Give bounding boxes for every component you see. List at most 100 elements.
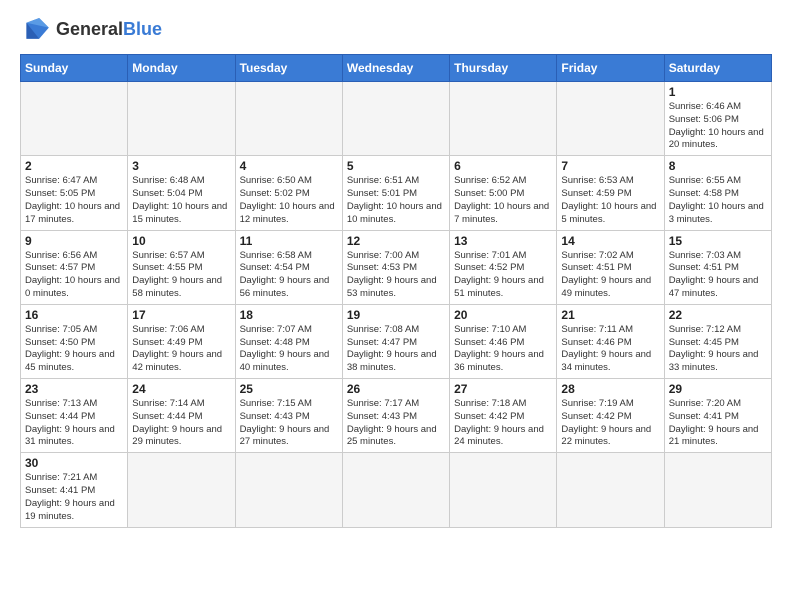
col-header-sunday: Sunday [21,55,128,82]
day-number: 5 [347,159,445,173]
calendar-cell: 5 Sunrise: 6:51 AM Sunset: 5:01 PM Daylig… [342,156,449,230]
day-info: Sunrise: 6:53 AM Sunset: 4:59 PM Dayligh… [561,175,659,226]
calendar-cell [342,453,449,527]
day-info: Sunrise: 7:19 AM Sunset: 4:42 PM Dayligh… [561,398,659,449]
day-number: 13 [454,234,552,248]
day-info: Sunrise: 7:08 AM Sunset: 4:47 PM Dayligh… [347,324,445,375]
week-row-3: 9 Sunrise: 6:56 AM Sunset: 4:57 PM Daylig… [21,230,772,304]
day-number: 25 [240,382,338,396]
day-number: 23 [25,382,123,396]
col-header-saturday: Saturday [664,55,771,82]
calendar-cell: 2 Sunrise: 6:47 AM Sunset: 5:05 PM Daylig… [21,156,128,230]
day-info: Sunrise: 7:18 AM Sunset: 4:42 PM Dayligh… [454,398,552,449]
day-info: Sunrise: 6:55 AM Sunset: 4:58 PM Dayligh… [669,175,767,226]
calendar-cell: 23 Sunrise: 7:13 AM Sunset: 4:44 PM Dayli… [21,379,128,453]
day-info: Sunrise: 7:17 AM Sunset: 4:43 PM Dayligh… [347,398,445,449]
calendar-cell: 20 Sunrise: 7:10 AM Sunset: 4:46 PM Dayli… [450,304,557,378]
day-info: Sunrise: 6:58 AM Sunset: 4:54 PM Dayligh… [240,250,338,301]
day-number: 7 [561,159,659,173]
day-number: 4 [240,159,338,173]
day-number: 26 [347,382,445,396]
day-number: 24 [132,382,230,396]
day-number: 20 [454,308,552,322]
calendar-cell: 22Sunrise: 7:12 AM Sunset: 4:45 PM Dayli… [664,304,771,378]
week-row-6: 30 Sunrise: 7:21 AM Sunset: 4:41 PM Dayli… [21,453,772,527]
day-number: 8 [669,159,767,173]
calendar-cell: 17 Sunrise: 7:06 AM Sunset: 4:49 PM Dayli… [128,304,235,378]
calendar-cell: 21Sunrise: 7:11 AM Sunset: 4:46 PM Dayli… [557,304,664,378]
col-header-monday: Monday [128,55,235,82]
col-header-wednesday: Wednesday [342,55,449,82]
week-row-2: 2 Sunrise: 6:47 AM Sunset: 5:05 PM Daylig… [21,156,772,230]
day-info: Sunrise: 6:47 AM Sunset: 5:05 PM Dayligh… [25,175,123,226]
col-header-thursday: Thursday [450,55,557,82]
calendar-cell: 1 Sunrise: 6:46 AM Sunset: 5:06 PM Daylig… [664,82,771,156]
day-info: Sunrise: 7:10 AM Sunset: 4:46 PM Dayligh… [454,324,552,375]
calendar: SundayMondayTuesdayWednesdayThursdayFrid… [20,54,772,528]
calendar-cell [235,82,342,156]
day-number: 27 [454,382,552,396]
calendar-cell: 4Sunrise: 6:50 AM Sunset: 5:02 PM Daylig… [235,156,342,230]
day-info: Sunrise: 7:15 AM Sunset: 4:43 PM Dayligh… [240,398,338,449]
header: GeneralBlue [20,16,772,44]
week-row-5: 23 Sunrise: 7:13 AM Sunset: 4:44 PM Dayli… [21,379,772,453]
day-info: Sunrise: 6:51 AM Sunset: 5:01 PM Dayligh… [347,175,445,226]
calendar-cell: 6 Sunrise: 6:52 AM Sunset: 5:00 PM Daylig… [450,156,557,230]
day-number: 3 [132,159,230,173]
day-info: Sunrise: 6:56 AM Sunset: 4:57 PM Dayligh… [25,250,123,301]
calendar-cell: 29Sunrise: 7:20 AM Sunset: 4:41 PM Dayli… [664,379,771,453]
day-number: 16 [25,308,123,322]
calendar-cell: 28 Sunrise: 7:19 AM Sunset: 4:42 PM Dayli… [557,379,664,453]
calendar-cell: 27 Sunrise: 7:18 AM Sunset: 4:42 PM Dayli… [450,379,557,453]
calendar-cell [450,82,557,156]
day-number: 6 [454,159,552,173]
day-info: Sunrise: 6:48 AM Sunset: 5:04 PM Dayligh… [132,175,230,226]
calendar-cell [235,453,342,527]
day-info: Sunrise: 7:21 AM Sunset: 4:41 PM Dayligh… [25,472,123,523]
calendar-header-row: SundayMondayTuesdayWednesdayThursdayFrid… [21,55,772,82]
day-number: 28 [561,382,659,396]
calendar-cell: 8 Sunrise: 6:55 AM Sunset: 4:58 PM Daylig… [664,156,771,230]
calendar-cell: 14Sunrise: 7:02 AM Sunset: 4:51 PM Dayli… [557,230,664,304]
calendar-cell: 15Sunrise: 7:03 AM Sunset: 4:51 PM Dayli… [664,230,771,304]
calendar-cell: 13 Sunrise: 7:01 AM Sunset: 4:52 PM Dayli… [450,230,557,304]
day-info: Sunrise: 7:07 AM Sunset: 4:48 PM Dayligh… [240,324,338,375]
calendar-cell: 11 Sunrise: 6:58 AM Sunset: 4:54 PM Dayli… [235,230,342,304]
calendar-cell: 9 Sunrise: 6:56 AM Sunset: 4:57 PM Daylig… [21,230,128,304]
day-number: 2 [25,159,123,173]
day-info: Sunrise: 7:00 AM Sunset: 4:53 PM Dayligh… [347,250,445,301]
day-number: 17 [132,308,230,322]
calendar-cell [21,82,128,156]
week-row-1: 1 Sunrise: 6:46 AM Sunset: 5:06 PM Daylig… [21,82,772,156]
calendar-cell: 24 Sunrise: 7:14 AM Sunset: 4:44 PM Dayli… [128,379,235,453]
day-info: Sunrise: 7:14 AM Sunset: 4:44 PM Dayligh… [132,398,230,449]
day-number: 22 [669,308,767,322]
day-info: Sunrise: 6:52 AM Sunset: 5:00 PM Dayligh… [454,175,552,226]
week-row-4: 16Sunrise: 7:05 AM Sunset: 4:50 PM Dayli… [21,304,772,378]
logo-text: GeneralBlue [56,20,162,40]
day-number: 14 [561,234,659,248]
day-info: Sunrise: 7:06 AM Sunset: 4:49 PM Dayligh… [132,324,230,375]
calendar-cell [128,453,235,527]
day-info: Sunrise: 7:11 AM Sunset: 4:46 PM Dayligh… [561,324,659,375]
day-info: Sunrise: 7:13 AM Sunset: 4:44 PM Dayligh… [25,398,123,449]
day-number: 1 [669,85,767,99]
calendar-cell: 25 Sunrise: 7:15 AM Sunset: 4:43 PM Dayli… [235,379,342,453]
day-number: 11 [240,234,338,248]
day-number: 29 [669,382,767,396]
calendar-cell: 18 Sunrise: 7:07 AM Sunset: 4:48 PM Dayli… [235,304,342,378]
calendar-cell: 3 Sunrise: 6:48 AM Sunset: 5:04 PM Daylig… [128,156,235,230]
day-number: 18 [240,308,338,322]
calendar-cell: 7 Sunrise: 6:53 AM Sunset: 4:59 PM Daylig… [557,156,664,230]
day-number: 9 [25,234,123,248]
col-header-friday: Friday [557,55,664,82]
logo: GeneralBlue [20,16,162,44]
calendar-cell [450,453,557,527]
calendar-cell [664,453,771,527]
day-number: 10 [132,234,230,248]
calendar-cell: 19 Sunrise: 7:08 AM Sunset: 4:47 PM Dayli… [342,304,449,378]
day-number: 30 [25,456,123,470]
day-info: Sunrise: 7:01 AM Sunset: 4:52 PM Dayligh… [454,250,552,301]
day-info: Sunrise: 6:46 AM Sunset: 5:06 PM Dayligh… [669,101,767,152]
day-number: 19 [347,308,445,322]
